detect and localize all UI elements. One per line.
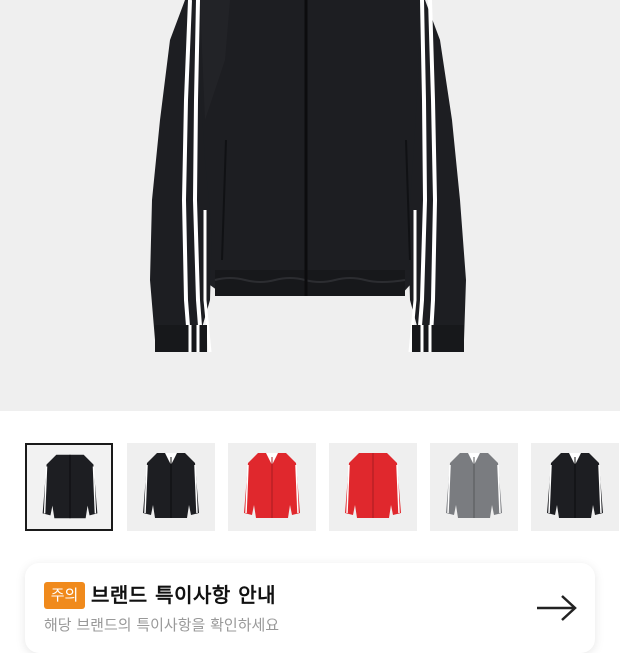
thumbnail-strip: [0, 443, 620, 533]
thumbnail-1[interactable]: [25, 443, 113, 531]
jacket-black-icon: [547, 453, 603, 518]
notice-title: 브랜드 특이사항 안내: [91, 583, 277, 607]
thumbnail-3[interactable]: [228, 443, 316, 531]
thumbnail-6[interactable]: [531, 443, 619, 531]
jacket-red-icon: [345, 453, 401, 518]
jacket-red-icon: [244, 453, 300, 518]
jacket-black-icon: [143, 453, 199, 518]
thumbnail-5[interactable]: [430, 443, 518, 531]
jacket-illustration: [150, 0, 466, 353]
brand-notice-card[interactable]: 주의 브랜드 특이사항 안내 해당 브랜드의 특이사항을 확인하세요: [25, 563, 595, 653]
thumbnail-2[interactable]: [127, 443, 215, 531]
notice-subtitle: 해당 브랜드의 특이사항을 확인하세요: [44, 616, 280, 634]
thumbnail-4[interactable]: [329, 443, 417, 531]
arrow-right-icon[interactable]: [535, 593, 579, 623]
jacket-grey-icon: [446, 453, 502, 518]
jacket-black-icon: [42, 454, 98, 519]
caution-badge: 주의: [44, 582, 85, 609]
product-main-image: [0, 0, 620, 411]
